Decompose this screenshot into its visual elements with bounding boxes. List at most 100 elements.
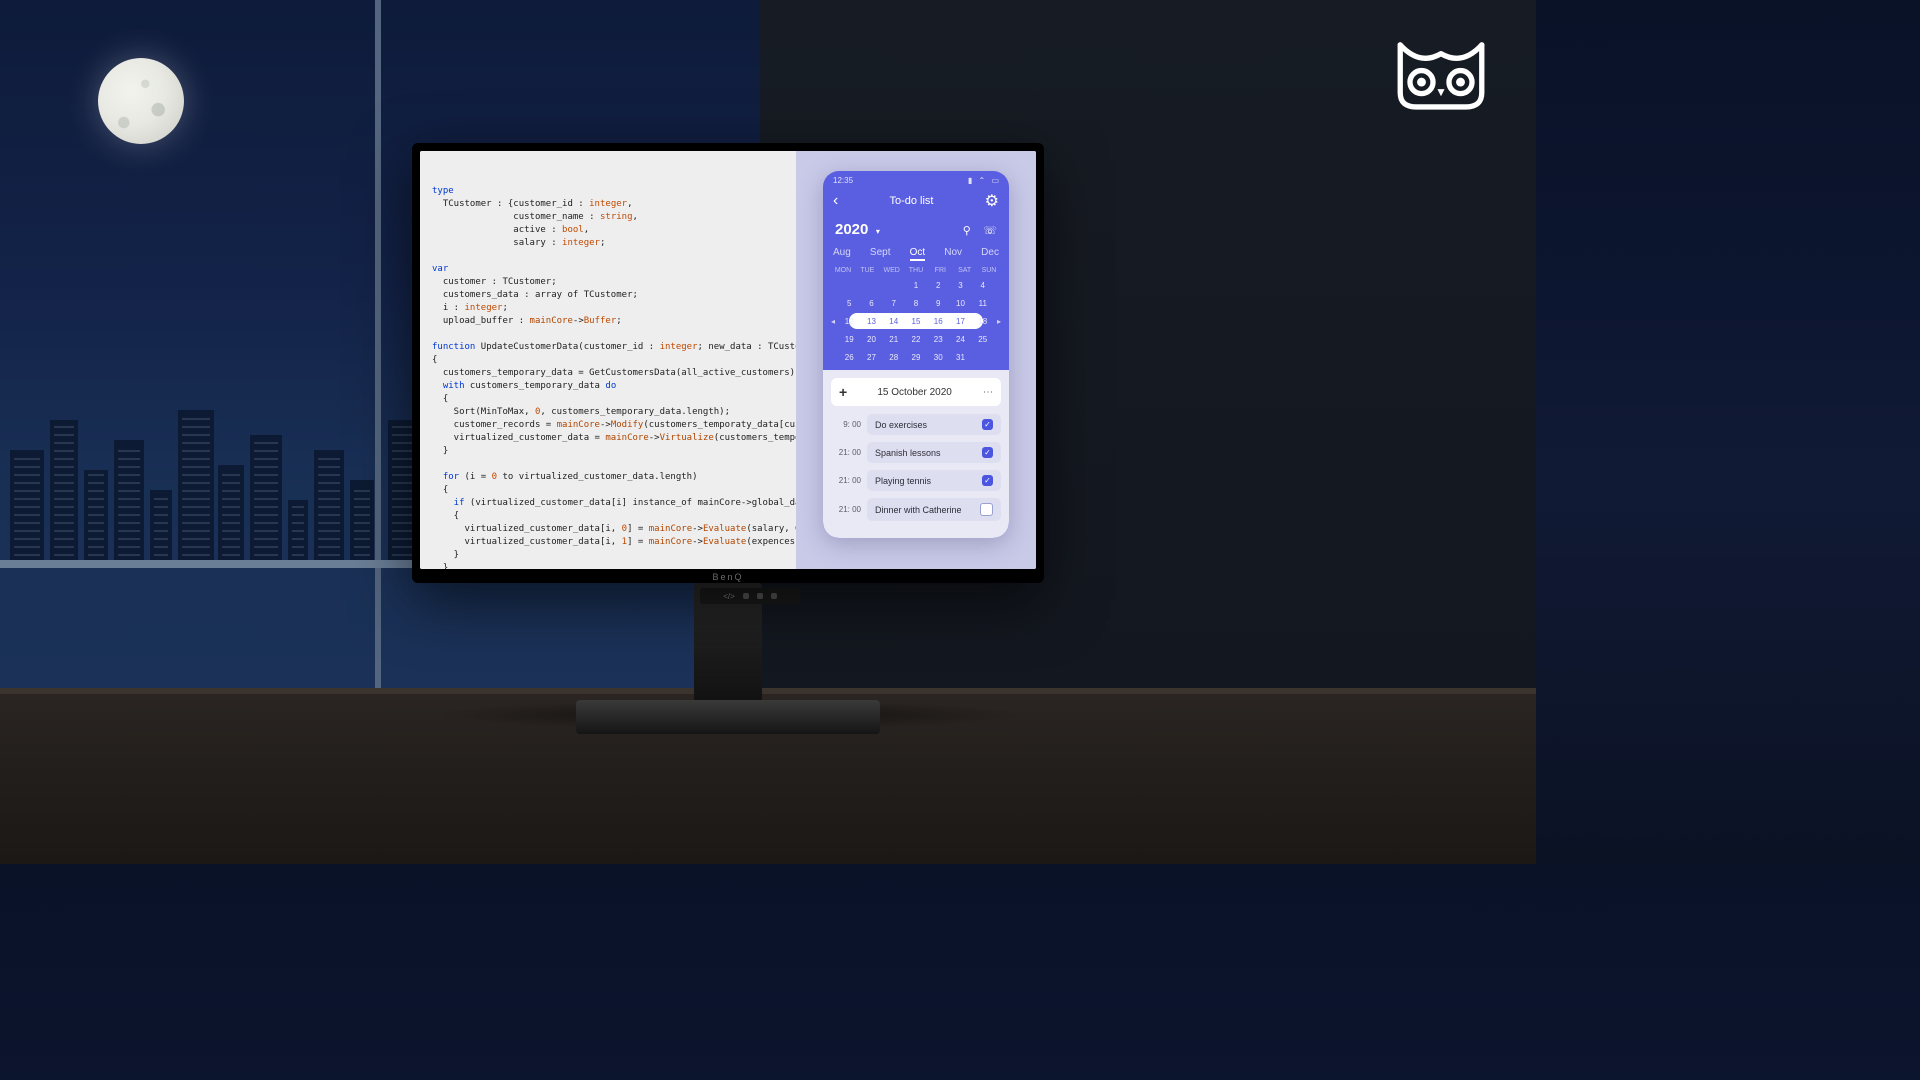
task-label: Spanish lessons <box>875 448 941 458</box>
calendar-day[interactable]: 11 <box>973 299 993 308</box>
task-checkbox[interactable]: ✓ <box>982 475 993 486</box>
calendar-day[interactable]: 7 <box>884 299 904 308</box>
task-checkbox[interactable]: ✓ <box>982 447 993 458</box>
dow-label: WED <box>882 267 902 274</box>
calendar-day[interactable]: 30 <box>928 353 948 362</box>
prev-week-icon[interactable]: ◂ <box>829 317 837 326</box>
more-icon[interactable]: ⋮ <box>982 387 993 398</box>
calendar-day[interactable]: 9 <box>928 299 948 308</box>
bell-icon[interactable]: ☏ <box>983 224 997 237</box>
calendar-day[interactable]: 20 <box>862 335 882 344</box>
calendar-day[interactable]: 23 <box>928 335 948 344</box>
task-date-title: 15 October 2020 <box>877 387 952 398</box>
code-editor-pane: type TCustomer : {customer_id : integer,… <box>420 151 796 569</box>
calendar-day[interactable]: 28 <box>884 353 904 362</box>
task-time: 21: 00 <box>831 505 861 514</box>
task-item[interactable]: Spanish lessons ✓ <box>867 442 1001 463</box>
task-item[interactable]: Playing tennis ✓ <box>867 470 1001 491</box>
phone-mockup: 12:35 ▮ ⌃ ▭ ‹ To-do list ⚙ 2020 ▾ <box>823 171 1009 538</box>
search-icon[interactable]: ⚲ <box>963 224 971 237</box>
monitor-stand-base <box>576 700 880 734</box>
task-checkbox[interactable] <box>980 503 993 516</box>
task-date-header: + 15 October 2020 ⋮ <box>831 378 1001 406</box>
calendar-row: 262728293031 <box>829 348 1003 366</box>
task-time: 21: 00 <box>831 476 861 485</box>
calendar-row: 1234 <box>829 276 1003 294</box>
month-tab[interactable]: Sept <box>870 247 891 261</box>
calendar-day[interactable]: 31 <box>951 353 971 362</box>
calendar-day[interactable]: 6 <box>862 299 882 308</box>
calendar-row: ◂12131415161718▸ <box>829 312 1003 330</box>
signal-icon: ▮ <box>968 176 972 185</box>
month-tab[interactable]: Aug <box>833 247 851 261</box>
phone-status-bar: 12:35 ▮ ⌃ ▭ <box>823 171 1009 187</box>
calendar-day[interactable]: 8 <box>906 299 926 308</box>
year-label[interactable]: 2020 <box>835 221 868 238</box>
battery-icon: ▭ <box>991 176 999 185</box>
calendar-day[interactable]: 13 <box>862 317 882 326</box>
task-label: Do exercises <box>875 420 927 430</box>
moon-graphic <box>98 58 184 144</box>
task-time: 21: 00 <box>831 448 861 457</box>
monitor: type TCustomer : {customer_id : integer,… <box>412 143 1044 583</box>
year-selector: 2020 ▾ ⚲ ☏ <box>823 217 1009 243</box>
gear-icon[interactable]: ⚙ <box>985 191 999 211</box>
task-row: 21: 00 Playing tennis ✓ <box>831 470 1001 491</box>
phone-title: To-do list <box>889 195 933 207</box>
calendar-day[interactable]: 3 <box>951 281 971 290</box>
calendar-day[interactable]: 21 <box>884 335 904 344</box>
month-tab[interactable]: Dec <box>981 247 999 261</box>
code-icon: </> <box>723 592 735 601</box>
task-row: 9: 00 Do exercises ✓ <box>831 414 1001 435</box>
task-item[interactable]: Do exercises ✓ <box>867 414 1001 435</box>
calendar-day[interactable]: 19 <box>839 335 859 344</box>
task-row: 21: 00 Spanish lessons ✓ <box>831 442 1001 463</box>
task-time: 9: 00 <box>831 420 861 429</box>
calendar-day[interactable]: 4 <box>973 281 993 290</box>
chevron-down-icon[interactable]: ▾ <box>876 227 880 236</box>
dow-label: TUE <box>857 267 877 274</box>
dow-label: SUN <box>979 267 999 274</box>
calendar-day[interactable]: 29 <box>906 353 926 362</box>
calendar-row: 567891011 <box>829 294 1003 312</box>
calendar-day[interactable]: 14 <box>884 317 904 326</box>
calendar-day[interactable]: 26 <box>839 353 859 362</box>
calendar-day[interactable]: 16 <box>928 317 948 326</box>
calendar-day[interactable]: 5 <box>839 299 859 308</box>
month-tab[interactable]: Nov <box>944 247 962 261</box>
screen: type TCustomer : {customer_id : integer,… <box>420 151 1036 569</box>
dow-label: FRI <box>930 267 950 274</box>
calendar-row: 19202122232425 <box>829 330 1003 348</box>
calendar-grid: 1234567891011◂12131415161718▸19202122232… <box>823 276 1009 370</box>
calendar-day[interactable]: 15 <box>906 317 926 326</box>
calendar-day[interactable]: 2 <box>928 281 948 290</box>
status-time: 12:35 <box>833 176 853 185</box>
next-week-icon[interactable]: ▸ <box>995 317 1003 326</box>
wifi-icon: ⌃ <box>979 176 986 185</box>
calendar-day[interactable]: 10 <box>951 299 971 308</box>
calendar-day[interactable]: 18 <box>973 317 993 326</box>
calendar-day[interactable]: 27 <box>862 353 882 362</box>
back-icon[interactable]: ‹ <box>833 192 838 210</box>
code-block: type TCustomer : {customer_id : integer,… <box>432 185 786 569</box>
add-icon[interactable]: + <box>839 384 847 400</box>
calendar-day[interactable]: 22 <box>906 335 926 344</box>
calendar-day[interactable]: 1 <box>906 281 926 290</box>
owl-logo <box>1386 36 1496 119</box>
task-checkbox[interactable]: ✓ <box>982 419 993 430</box>
month-row: Aug Sept Oct Nov Dec <box>823 243 1009 267</box>
task-row: 21: 00 Dinner with Catherine <box>831 498 1001 521</box>
task-item[interactable]: Dinner with Catherine <box>867 498 1001 521</box>
task-label: Playing tennis <box>875 476 931 486</box>
month-tab[interactable]: Oct <box>910 247 926 261</box>
calendar-day[interactable]: 12 <box>839 317 859 326</box>
day-of-week-row: MONTUEWEDTHUFRISATSUN <box>823 267 1009 276</box>
phone-preview-pane: 12:35 ▮ ⌃ ▭ ‹ To-do list ⚙ 2020 ▾ <box>796 151 1036 569</box>
calendar-day[interactable]: 25 <box>973 335 993 344</box>
task-panel: + 15 October 2020 ⋮ 9: 00Do exercises✓21… <box>823 370 1009 538</box>
dow-label: THU <box>906 267 926 274</box>
calendar-day[interactable]: 17 <box>951 317 971 326</box>
calendar-day[interactable]: 24 <box>951 335 971 344</box>
phone-header: ‹ To-do list ⚙ <box>823 187 1009 217</box>
monitor-brand: BenQ <box>412 572 1044 582</box>
